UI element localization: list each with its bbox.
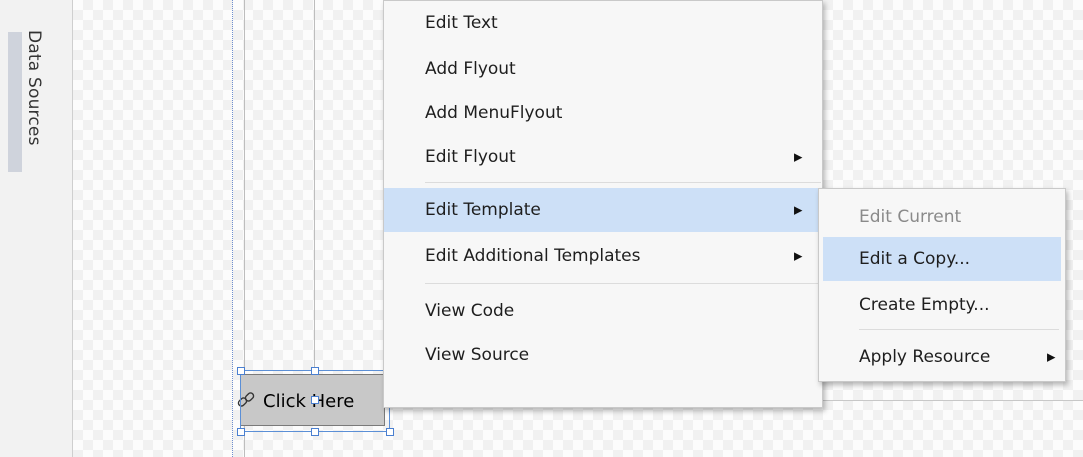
menu-item-edit-additional-templates[interactable]: Edit Additional Templates ▶: [384, 234, 822, 278]
menu-separator: [859, 329, 1059, 330]
side-tab-indicator: [8, 32, 22, 172]
menu-item-label: Edit Additional Templates: [425, 246, 641, 266]
resize-handle-bottom-center[interactable]: [311, 428, 319, 436]
menu-item-edit-text[interactable]: Edit Text: [384, 3, 822, 43]
resize-handle-bottom-left[interactable]: [237, 428, 245, 436]
menu-item-add-flyout[interactable]: Add Flyout: [384, 49, 822, 89]
submenu-arrow-icon: ▶: [1047, 350, 1056, 364]
menu-item-label: Add Flyout: [425, 59, 516, 79]
menu-item-view-source[interactable]: View Source: [384, 333, 822, 377]
menu-item-label: Edit Text: [425, 13, 498, 33]
context-menu: Edit Text Add Flyout Add MenuFlyout Edit…: [383, 0, 823, 408]
submenu-item-edit-current: Edit Current: [819, 195, 1065, 239]
resize-handle-bottom-right[interactable]: [386, 428, 394, 436]
menu-item-label: Add MenuFlyout: [425, 103, 563, 123]
submenu-item-label: Edit Current: [859, 207, 962, 227]
menu-item-label: Edit Flyout: [425, 147, 516, 167]
resize-handle-top-center[interactable]: [311, 367, 319, 375]
submenu-item-edit-a-copy[interactable]: Edit a Copy...: [823, 237, 1061, 281]
column-divider-right: [314, 0, 315, 374]
resize-handle-middle-center[interactable]: [311, 396, 319, 404]
menu-separator: [425, 283, 821, 284]
submenu-item-create-empty[interactable]: Create Empty...: [819, 283, 1065, 327]
data-sources-tab[interactable]: Data Sources: [24, 30, 44, 146]
menu-item-view-code[interactable]: View Code: [384, 289, 822, 333]
menu-item-label: View Source: [425, 345, 530, 365]
submenu-item-label: Apply Resource: [859, 347, 991, 367]
submenu-item-label: Create Empty...: [859, 295, 990, 315]
submenu-arrow-icon: ▶: [794, 203, 803, 217]
menu-separator: [425, 182, 821, 183]
submenu-arrow-icon: ▶: [794, 150, 803, 164]
submenu-arrow-icon: ▶: [794, 249, 803, 263]
menu-item-edit-template[interactable]: Edit Template ▶: [384, 188, 822, 232]
side-panel-strip: Data Sources: [0, 0, 73, 457]
alignment-guide: [232, 0, 233, 457]
resize-handle-top-left[interactable]: [237, 367, 245, 375]
menu-item-label: Edit Template: [425, 200, 541, 220]
menu-item-edit-flyout[interactable]: Edit Flyout ▶: [384, 137, 822, 177]
menu-item-add-menuflyout[interactable]: Add MenuFlyout: [384, 93, 822, 133]
submenu-item-apply-resource[interactable]: Apply Resource ▶: [819, 335, 1065, 379]
submenu-item-label: Edit a Copy...: [859, 249, 971, 269]
edit-template-submenu: Edit Current Edit a Copy... Create Empty…: [818, 188, 1066, 382]
menu-item-label: View Code: [425, 301, 515, 321]
